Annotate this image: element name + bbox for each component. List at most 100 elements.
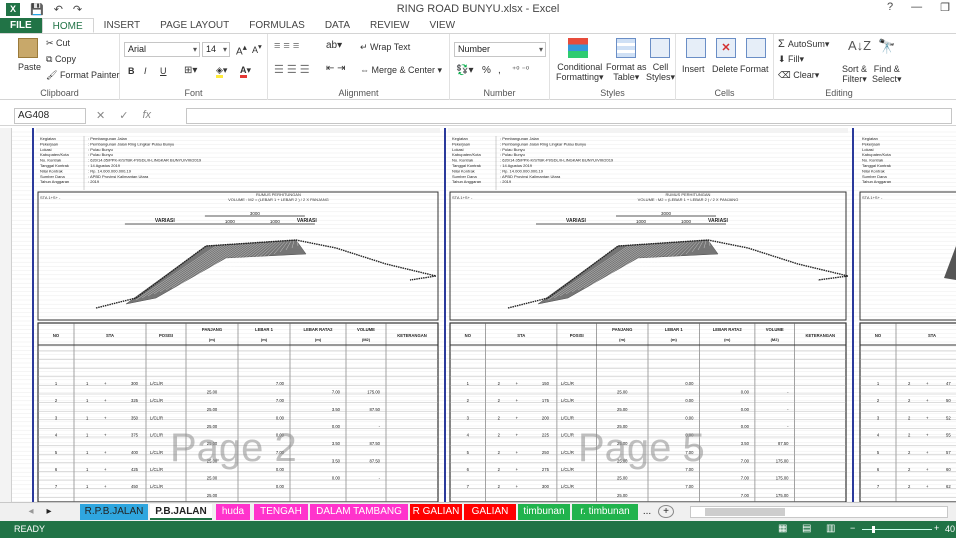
sheet-tab[interactable]: P.B.JALAN	[150, 504, 212, 520]
fill-color-icon[interactable]: ◈▾	[216, 65, 227, 78]
help-button[interactable]: ?	[887, 1, 893, 14]
sort-filter-icon[interactable]: A↓Z	[848, 38, 871, 53]
restore-button[interactable]: ❐	[940, 1, 950, 14]
enter-icon[interactable]: ✓	[119, 109, 128, 122]
sheet-tab[interactable]: R GALIAN	[410, 504, 462, 520]
cell-rata2: 3.50	[332, 441, 341, 446]
merge-center-button[interactable]: ⇔ Merge & Center ▾	[360, 65, 442, 76]
align-left-icons[interactable]: ☰☰☰	[274, 63, 313, 76]
conditional-formatting-button[interactable]: Conditional Formatting▾	[556, 62, 604, 82]
tab-page-layout[interactable]: PAGE LAYOUT	[150, 18, 239, 33]
cell-lebar1: 0.00	[685, 415, 694, 420]
format-as-table-icon[interactable]	[616, 38, 636, 58]
tab-insert[interactable]: INSERT	[94, 18, 151, 33]
tab-view[interactable]: VIEW	[419, 18, 465, 33]
info-value: : 2019	[500, 179, 512, 184]
font-size-select[interactable]: 14	[202, 42, 230, 57]
sheet-tab[interactable]: TENGAH	[254, 504, 308, 520]
info-label: No. Kontrak	[40, 158, 61, 163]
variasi-label: VARIASI	[297, 218, 318, 224]
page-break-view-icon[interactable]: ▥	[826, 523, 835, 534]
sheet-tab[interactable]: huda	[216, 504, 250, 520]
comma-button[interactable]: ,	[498, 65, 501, 76]
cells-label: Cells	[714, 88, 735, 98]
paste-button[interactable]: Paste	[18, 62, 41, 72]
delete-cells-icon[interactable]: ✕	[716, 38, 736, 58]
find-select-button[interactable]: Find & Select▾	[872, 64, 902, 84]
more-sheets[interactable]: ...	[640, 504, 654, 520]
binoculars-icon[interactable]: 🔭	[878, 38, 895, 55]
info-label: Kabupaten/Kota	[452, 152, 481, 157]
cell-styles-button[interactable]: Cell Styles▾	[646, 62, 675, 82]
formula-input[interactable]	[186, 108, 952, 124]
copy-button[interactable]: ⧉ Copy	[46, 54, 76, 65]
zoom-out-icon[interactable]: −	[850, 523, 855, 533]
number-format-select[interactable]: Number	[454, 42, 546, 57]
tab-formulas[interactable]: FORMULAS	[239, 18, 315, 33]
horizontal-scrollbar[interactable]	[690, 506, 948, 518]
zoom-slider[interactable]	[862, 526, 932, 533]
new-sheet-icon[interactable]: +	[658, 505, 674, 518]
tab-data[interactable]: DATA	[315, 18, 360, 33]
decimal-icons[interactable]: ⁺⁰ ⁻⁰	[512, 65, 529, 74]
format-cells-icon[interactable]	[746, 38, 766, 58]
sheet-tab[interactable]: timbunan	[518, 504, 570, 520]
cell-lebar1: 7.00	[685, 484, 694, 489]
currency-icon[interactable]: 💱▾	[456, 65, 473, 76]
info-label: No. Kontrak	[862, 158, 883, 163]
font-name-select[interactable]: Arial	[124, 42, 200, 57]
page-layout-view-icon[interactable]: ▤	[802, 523, 811, 534]
cut-button[interactable]: ✂ Cut	[46, 38, 70, 49]
hatch-line	[153, 245, 226, 295]
orientation-icon[interactable]: ab▾	[326, 40, 342, 51]
borders-icon[interactable]: ⊞▾	[184, 65, 197, 76]
table-unit: (m)	[315, 337, 322, 342]
variasi-label: VARIASI	[155, 218, 176, 224]
prev-sheet-icon[interactable]: ◂	[26, 504, 36, 520]
percent-button[interactable]: %	[482, 65, 491, 76]
grow-font-icon[interactable]: A▴	[236, 42, 247, 57]
sheet-tab[interactable]: DALAM TAMBANG	[310, 504, 408, 520]
format-painter-button[interactable]: 🖌 Format Painter	[46, 70, 119, 81]
info-label: Sumber Dana	[862, 174, 887, 179]
clear-button[interactable]: ⌫ Clear▾	[778, 70, 819, 81]
insert-button[interactable]: Insert	[682, 64, 705, 74]
zoom-in-icon[interactable]: +	[934, 523, 939, 533]
tab-home[interactable]: HOME	[41, 18, 94, 33]
indent-icon[interactable]: ⇤ ⇥	[326, 63, 346, 74]
align-top-icons[interactable]: ≡≡≡	[274, 40, 302, 52]
sheet-tab[interactable]: R.P.B.JALAN	[80, 504, 148, 520]
zoom-level[interactable]: 40	[945, 524, 955, 534]
underline-button[interactable]: U	[160, 66, 167, 76]
format-button[interactable]: Format	[740, 64, 769, 74]
sort-filter-button[interactable]: Sort & Filter▾	[842, 64, 867, 84]
normal-view-icon[interactable]: ▦	[778, 523, 787, 534]
name-box[interactable]: AG408	[14, 108, 86, 124]
wrap-text-button[interactable]: ↵ Wrap Text	[360, 42, 410, 53]
scrollbar-thumb[interactable]	[705, 508, 785, 516]
bold-button[interactable]: B	[128, 66, 135, 76]
cell-styles-icon[interactable]	[650, 38, 670, 58]
sheet-tab[interactable]: r. timbunan	[572, 504, 638, 520]
insert-cells-icon[interactable]	[686, 38, 706, 58]
tab-review[interactable]: REVIEW	[360, 18, 419, 33]
autosum-button[interactable]: Σ AutoSum▾	[778, 38, 829, 50]
fill-button[interactable]: ⬇ Fill▾	[778, 54, 804, 65]
cell-sta: 275	[542, 467, 550, 472]
cell-posisi: L/CL/R	[561, 450, 574, 455]
function-icon[interactable]: fx	[142, 109, 151, 122]
paste-icon[interactable]	[18, 38, 38, 58]
sheet-tab[interactable]: GALIAN	[464, 504, 516, 520]
cancel-icon[interactable]: ✕	[96, 109, 105, 122]
conditional-formatting-icon[interactable]	[568, 38, 588, 58]
font-color-icon[interactable]: A▾	[240, 65, 251, 78]
format-as-table-button[interactable]: Format as Table▾	[606, 62, 647, 82]
worksheet-grid[interactable]: Kegiatan: Pembangunan Jalan Pekerjaan: Pe…	[0, 128, 956, 502]
tab-file[interactable]: FILE	[0, 18, 42, 33]
shrink-font-icon[interactable]: A▾	[252, 42, 262, 55]
next-sheet-icon[interactable]: ▸	[44, 504, 54, 520]
minimize-button[interactable]: —	[911, 1, 922, 14]
delete-button[interactable]: Delete	[712, 64, 738, 74]
italic-button[interactable]: I	[144, 66, 147, 76]
zoom-slider-thumb[interactable]	[872, 526, 875, 533]
